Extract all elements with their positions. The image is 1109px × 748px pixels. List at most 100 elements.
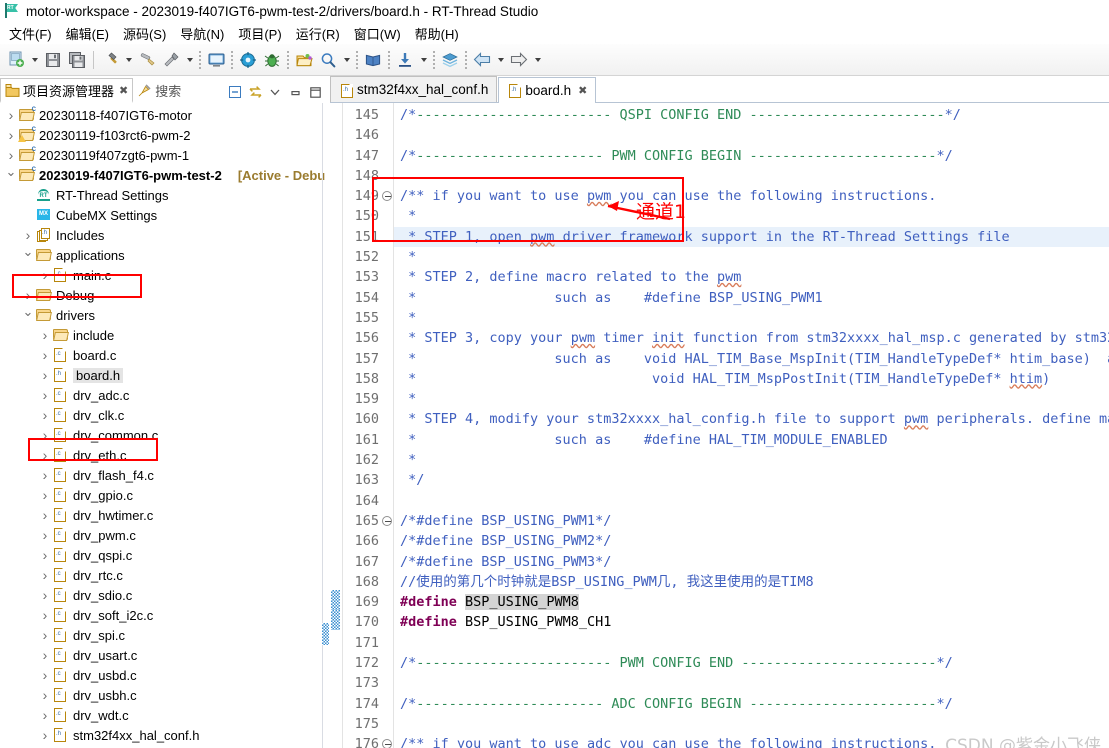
forward-dropdown-arrow[interactable] <box>531 48 544 72</box>
code-line[interactable]: * <box>394 308 1109 328</box>
gutter-marker-cell[interactable] <box>330 103 342 123</box>
menu-edit[interactable]: 编辑(E) <box>59 22 116 45</box>
tree-item-drv-rtc-c[interactable]: .cdrv_rtc.c <box>0 565 330 585</box>
clean-icon[interactable] <box>135 48 159 72</box>
chevron-right-icon[interactable] <box>38 547 52 563</box>
code-line[interactable]: * STEP 1, open pwm driver framework supp… <box>394 226 1109 248</box>
code-line[interactable] <box>394 491 1109 511</box>
fold-cell[interactable] <box>381 511 393 531</box>
menu-project[interactable]: 项目(P) <box>231 22 288 45</box>
tab-project-explorer[interactable]: 项目资源管理器 ✖ <box>0 78 134 103</box>
menu-window[interactable]: 窗口(W) <box>347 22 408 45</box>
fold-cell[interactable] <box>381 186 393 206</box>
chevron-right-icon[interactable] <box>38 707 52 723</box>
gutter-marker-cell[interactable] <box>330 610 342 631</box>
tree-item-drv-sdio-c[interactable]: .cdrv_sdio.c <box>0 585 330 605</box>
chevron-right-icon[interactable] <box>38 367 52 383</box>
view-menu-icon[interactable] <box>266 83 284 101</box>
tab-board-h[interactable]: .h board.h ✖ <box>498 77 597 103</box>
editor-marker-gutter[interactable] <box>330 103 343 748</box>
tree-item-include[interactable]: include <box>0 325 330 345</box>
chevron-right-icon[interactable] <box>38 567 52 583</box>
tree-item-drv-eth-c[interactable]: .cdrv_eth.c <box>0 445 330 465</box>
chevron-right-icon[interactable] <box>38 647 52 663</box>
chevron-right-icon[interactable] <box>38 427 52 443</box>
close-icon[interactable]: ✖ <box>119 84 128 97</box>
tree-item-rt-thread-settings[interactable]: RT RT-Thread Settings <box>0 185 330 205</box>
tree-item-stm32f4xx-hal-conf-h[interactable]: .hstm32f4xx_hal_conf.h <box>0 725 330 745</box>
code-line[interactable] <box>394 714 1109 734</box>
tab-search[interactable]: 搜索 <box>133 78 185 103</box>
save-icon[interactable] <box>41 48 65 72</box>
gutter-marker-cell[interactable] <box>330 184 342 204</box>
chevron-right-icon[interactable] <box>4 107 18 123</box>
collapse-all-icon[interactable] <box>226 83 244 101</box>
chevron-right-icon[interactable] <box>38 487 52 503</box>
chevron-right-icon[interactable] <box>38 407 52 423</box>
menu-run[interactable]: 运行(R) <box>289 22 347 45</box>
collapse-fold-icon[interactable] <box>382 739 392 748</box>
chevron-down-icon[interactable] <box>4 167 18 183</box>
chevron-right-icon[interactable] <box>38 587 52 603</box>
gutter-marker-cell[interactable] <box>330 123 342 143</box>
code-line[interactable]: * such as #define HAL_TIM_MODULE_ENABLED <box>394 430 1109 450</box>
tree-item-20230119-f103rct6-pwm-2[interactable]: C20230119-f103rct6-pwm-2 <box>0 125 330 145</box>
code-line[interactable]: * such as void HAL_TIM_Base_MspInit(TIM_… <box>394 349 1109 369</box>
chevron-right-icon[interactable] <box>38 667 52 683</box>
gutter-marker-cell[interactable] <box>330 265 342 285</box>
back-dropdown-arrow[interactable] <box>494 48 507 72</box>
tree-item-drv-clk-c[interactable]: .cdrv_clk.c <box>0 405 330 425</box>
maximize-icon[interactable] <box>306 83 324 101</box>
gutter-marker-cell[interactable] <box>330 326 342 346</box>
code-line[interactable]: * such as #define BSP_USING_PWM1 <box>394 288 1109 308</box>
tree-item-drivers[interactable]: drivers <box>0 305 330 325</box>
code-line[interactable]: /*----------------------- ADC CONFIG BEG… <box>394 694 1109 714</box>
code-line[interactable]: */ <box>394 470 1109 490</box>
chevron-right-icon[interactable] <box>38 267 52 283</box>
tree-item-drv-qspi-c[interactable]: .cdrv_qspi.c <box>0 545 330 565</box>
chevron-right-icon[interactable] <box>4 127 18 143</box>
build-hammer-icon[interactable] <box>98 48 122 72</box>
code-line[interactable] <box>394 125 1109 145</box>
gutter-marker-cell[interactable] <box>330 570 342 590</box>
menu-navigate[interactable]: 导航(N) <box>173 22 231 45</box>
menu-help[interactable]: 帮助(H) <box>408 22 466 45</box>
code-line[interactable]: /*#define BSP_USING_PWM2*/ <box>394 531 1109 551</box>
gutter-marker-cell[interactable] <box>330 144 342 164</box>
gutter-marker-cell[interactable] <box>330 164 342 184</box>
open-resource-icon[interactable] <box>292 48 316 72</box>
code-line[interactable]: * STEP 3, copy your pwm timer init funct… <box>394 328 1109 348</box>
tree-item-board-h[interactable]: .hboard.h <box>0 365 330 385</box>
gutter-marker-cell[interactable] <box>330 448 342 468</box>
code-line[interactable]: * STEP 4, modify your stm32xxxx_hal_conf… <box>394 409 1109 429</box>
chevron-right-icon[interactable] <box>38 467 52 483</box>
gutter-marker-cell[interactable] <box>330 712 342 732</box>
code-line[interactable]: * void HAL_TIM_MspPostInit(TIM_HandleTyp… <box>394 369 1109 389</box>
gutter-marker-cell[interactable] <box>330 387 342 407</box>
gutter-marker-cell[interactable] <box>330 732 342 748</box>
gutter-marker-cell[interactable] <box>330 407 342 427</box>
chevron-right-icon[interactable] <box>38 607 52 623</box>
tree-item-drv-common-c[interactable]: .cdrv_common.c <box>0 425 330 445</box>
back-arrow-icon[interactable] <box>470 48 494 72</box>
chevron-right-icon[interactable] <box>38 727 52 743</box>
menu-file[interactable]: 文件(F) <box>2 22 59 45</box>
tree-item-drv-adc-c[interactable]: .cdrv_adc.c <box>0 385 330 405</box>
gutter-marker-cell[interactable] <box>330 671 342 691</box>
build-dropdown-arrow[interactable] <box>122 48 135 72</box>
fold-cell[interactable] <box>381 734 393 748</box>
code-line[interactable]: /*----------------------- PWM CONFIG BEG… <box>394 146 1109 166</box>
editor-body[interactable]: 145 146 147 148 149 150 151 152 153 154 155 156 157 1… <box>330 103 1109 748</box>
gutter-marker-cell[interactable] <box>330 550 342 570</box>
new-file-dropdown-arrow[interactable] <box>28 48 41 72</box>
tree-item-includes[interactable]: .hIncludes <box>0 225 330 245</box>
link-editor-icon[interactable] <box>246 83 264 101</box>
chevron-right-icon[interactable] <box>38 327 52 343</box>
build-config-dropdown-arrow[interactable] <box>183 48 196 72</box>
gutter-marker-cell[interactable] <box>330 468 342 488</box>
forward-arrow-icon[interactable] <box>507 48 531 72</box>
chevron-right-icon[interactable] <box>38 347 52 363</box>
download-dropdown-arrow[interactable] <box>417 48 430 72</box>
tree-item-drv-gpio-c[interactable]: .cdrv_gpio.c <box>0 485 330 505</box>
gutter-marker-cell[interactable] <box>330 651 342 671</box>
